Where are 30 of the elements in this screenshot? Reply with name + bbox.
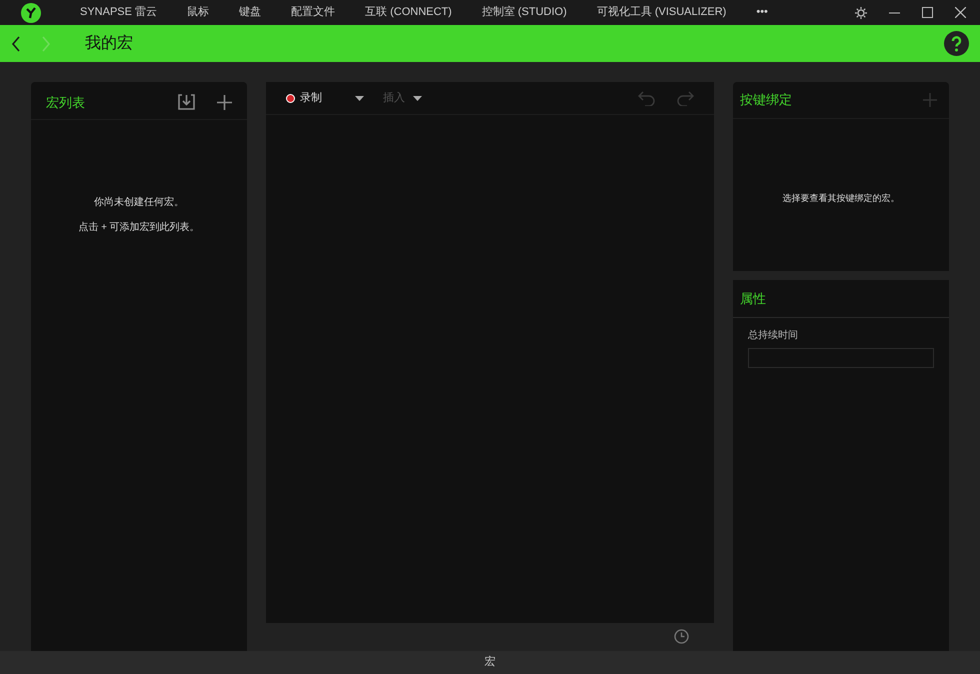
add-icon[interactable] <box>217 94 232 110</box>
nav-tab[interactable]: 鼠标 <box>187 4 210 21</box>
close-icon[interactable] <box>955 7 966 18</box>
panel-title: 宏列表 <box>46 94 85 112</box>
nav-tab[interactable]: 互联 (CONNECT) <box>365 4 452 21</box>
nav-tab[interactable]: SYNAPSE 雷云 <box>80 4 158 21</box>
empty-message: 点击 + 可添加宏到此列表。 <box>78 220 200 235</box>
empty-message: 你尚未创建任何宏。 <box>94 196 184 210</box>
help-icon[interactable] <box>944 31 969 56</box>
field-label: 总持续时间 <box>748 328 799 343</box>
bottom-tab[interactable]: 宏 <box>484 654 496 671</box>
panel-title: 按键绑定 <box>740 91 792 110</box>
nav-tab[interactable]: 可视化工具 (VISUALIZER) <box>596 4 726 21</box>
clock-icon[interactable] <box>674 628 689 644</box>
nav-tab[interactable]: 配置文件 <box>291 4 336 21</box>
panel-title: 属性 <box>740 290 766 308</box>
caret-icon[interactable] <box>413 96 422 100</box>
caret-icon[interactable] <box>355 96 364 100</box>
duration-field[interactable] <box>748 348 934 368</box>
app-logo-icon <box>21 2 41 22</box>
settings-icon[interactable] <box>855 6 867 18</box>
maximize-icon[interactable] <box>922 7 933 18</box>
nav-tab[interactable]: ••• <box>756 4 768 21</box>
import-icon[interactable] <box>178 94 195 110</box>
nav-tab[interactable]: 控制室 (STUDIO) <box>482 4 567 21</box>
empty-message: 选择要查看其按键绑定的宏。 <box>782 192 900 205</box>
page-title: 我的宏 <box>85 34 133 54</box>
record-button[interactable]: 录制 <box>286 90 322 106</box>
nav-tab[interactable]: 键盘 <box>239 4 262 21</box>
minimize-icon[interactable] <box>889 12 900 14</box>
